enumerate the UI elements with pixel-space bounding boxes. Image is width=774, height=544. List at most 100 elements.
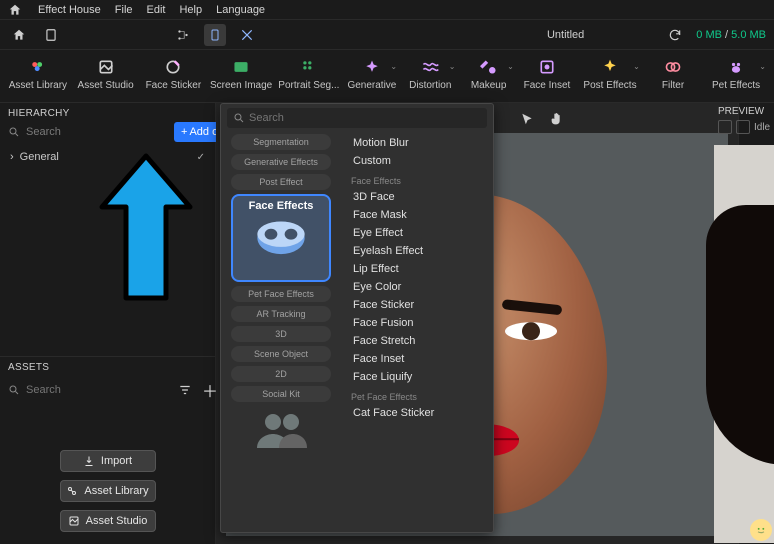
home-icon[interactable]	[6, 1, 24, 19]
hand-icon[interactable]	[546, 108, 568, 130]
studio-icon	[68, 515, 80, 527]
app-name: Effect House	[38, 4, 101, 16]
category-label: Makeup	[471, 80, 507, 91]
link-icon	[66, 485, 78, 497]
center-panel: Segmentation Generative Effects Post Effec…	[216, 103, 738, 544]
category-post-effects[interactable]: ⌄ Post Effects	[576, 54, 644, 102]
popover-category-stack: Segmentation Generative Effects Post Effec…	[221, 104, 341, 532]
popover-item[interactable]: Eye Color	[351, 278, 483, 296]
title-bar: Effect House File Edit Help Language	[0, 0, 774, 20]
hierarchy-item-general[interactable]: › General ✓	[0, 148, 215, 166]
menu-file[interactable]: File	[115, 4, 133, 16]
category-face-sticker[interactable]: Face Sticker	[140, 54, 208, 102]
chevron-right-icon: ›	[10, 151, 14, 163]
menu-help[interactable]: Help	[179, 4, 202, 16]
category-screen-image[interactable]: Screen Image	[207, 54, 275, 102]
popover-group-header: Face Effects	[351, 176, 483, 186]
popover-item[interactable]: 3D Face	[351, 188, 483, 206]
menu-edit[interactable]: Edit	[147, 4, 166, 16]
preview-header: PREVIEW Idle	[716, 102, 774, 138]
popover-card[interactable]: 3D	[231, 326, 331, 342]
popover-card[interactable]: Generative Effects	[231, 154, 331, 170]
category-label: Asset Studio	[78, 80, 134, 91]
popover-item-list: Motion BlurCustomFace Effects3D FaceFace…	[341, 104, 493, 532]
popover-card[interactable]: Social Kit	[231, 386, 331, 402]
popover-card[interactable]: Segmentation	[231, 134, 331, 150]
popover-item[interactable]: Face Sticker	[351, 296, 483, 314]
search-icon	[233, 112, 245, 124]
distortion-icon	[421, 58, 439, 76]
popover-item[interactable]: Eye Effect	[351, 224, 483, 242]
category-label: Face Inset	[524, 80, 571, 91]
popover-group-header: Pet Face Effects	[351, 392, 483, 402]
popover-item[interactable]: Face Mask	[351, 206, 483, 224]
popover-item[interactable]: Face Liquify	[351, 368, 483, 386]
chevron-down-icon: ⌄	[390, 62, 397, 71]
popover-card[interactable]: Pet Face Effects	[231, 286, 331, 302]
preview-camera-icon[interactable]	[736, 120, 750, 134]
popover-item[interactable]: Face Fusion	[351, 314, 483, 332]
chevron-down-icon: ⌄	[633, 62, 640, 71]
popover-item[interactable]: Custom	[351, 152, 483, 170]
asset-library-button[interactable]: Asset Library	[60, 480, 156, 502]
category-filter[interactable]: Filter	[644, 54, 702, 102]
tool-bar: Untitled 0 MB / 5.0 MB	[0, 20, 774, 50]
popover-card[interactable]: Scene Object	[231, 346, 331, 362]
category-distortion[interactable]: ⌄Distortion	[401, 54, 459, 102]
menu-language[interactable]: Language	[216, 4, 265, 16]
asset-library-icon	[29, 58, 47, 76]
popover-card[interactable]: 2D	[231, 366, 331, 382]
filter-icon[interactable]	[178, 383, 192, 397]
phone-preview-toggle[interactable]	[204, 24, 226, 46]
import-button[interactable]: Import	[60, 450, 156, 472]
category-asset-studio[interactable]: Asset Studio	[72, 54, 140, 102]
chevron-down-icon: ⌄	[507, 62, 514, 71]
preview-layout-icon[interactable]	[718, 120, 732, 134]
category-label: Filter	[662, 80, 684, 91]
refresh-icon[interactable]	[664, 24, 686, 46]
emoji-icon[interactable]	[750, 519, 772, 541]
cursor-icon[interactable]	[516, 108, 538, 130]
asset-studio-button[interactable]: Asset Studio	[60, 510, 156, 532]
category-label: Post Effects	[583, 80, 636, 91]
category-makeup[interactable]: ⌄Makeup	[459, 54, 517, 102]
screen-image-icon	[232, 58, 250, 76]
category-portrait-seg-[interactable]: Portrait Seg...	[275, 54, 343, 102]
hierarchy-toggle-icon[interactable]	[172, 24, 194, 46]
popover-item[interactable]: Eyelash Effect	[351, 242, 483, 260]
popover-item[interactable]: Motion Blur	[351, 134, 483, 152]
popover-search-input[interactable]	[249, 112, 481, 124]
filter-icon	[664, 58, 682, 76]
popover-item[interactable]: Face Stretch	[351, 332, 483, 350]
popover-item[interactable]: Lip Effect	[351, 260, 483, 278]
post-effects-icon	[601, 58, 619, 76]
popover-card[interactable]: Post Effect	[231, 174, 331, 190]
pet-effects-icon	[727, 58, 745, 76]
tablet-button[interactable]	[40, 24, 62, 46]
preview-status: Idle	[754, 122, 770, 133]
hierarchy-title: HIERARCHY	[0, 103, 215, 122]
popover-item[interactable]: Face Inset	[351, 350, 483, 368]
popover-item[interactable]: Cat Face Sticker	[351, 404, 483, 422]
mask-icon	[253, 216, 309, 256]
category-face-inset[interactable]: Face Inset	[518, 54, 576, 102]
category-label: Pet Effects	[712, 80, 760, 91]
hierarchy-search-input[interactable]	[26, 122, 168, 142]
category-generative[interactable]: ⌄ Generative	[343, 54, 401, 102]
category-label: Generative	[347, 80, 396, 91]
popover-card[interactable]: AR Tracking	[231, 306, 331, 322]
tools-icon[interactable]	[236, 24, 258, 46]
category-pet-effects[interactable]: ⌄Pet Effects	[702, 54, 770, 102]
category-label: Face Sticker	[146, 80, 202, 91]
plus-icon: +	[181, 126, 187, 138]
assets-search-input[interactable]	[26, 381, 168, 399]
category-label: Portrait Seg...	[278, 80, 339, 91]
memory-usage: 0 MB / 5.0 MB	[696, 29, 766, 41]
category-asset-library[interactable]: Asset Library	[4, 54, 72, 102]
makeup-icon	[480, 58, 498, 76]
check-icon: ✓	[197, 152, 205, 163]
add-object-popover: Segmentation Generative Effects Post Effec…	[220, 103, 494, 533]
generative-icon	[363, 58, 381, 76]
home-button[interactable]	[8, 24, 30, 46]
popover-card-selected[interactable]: Face Effects	[231, 194, 331, 282]
